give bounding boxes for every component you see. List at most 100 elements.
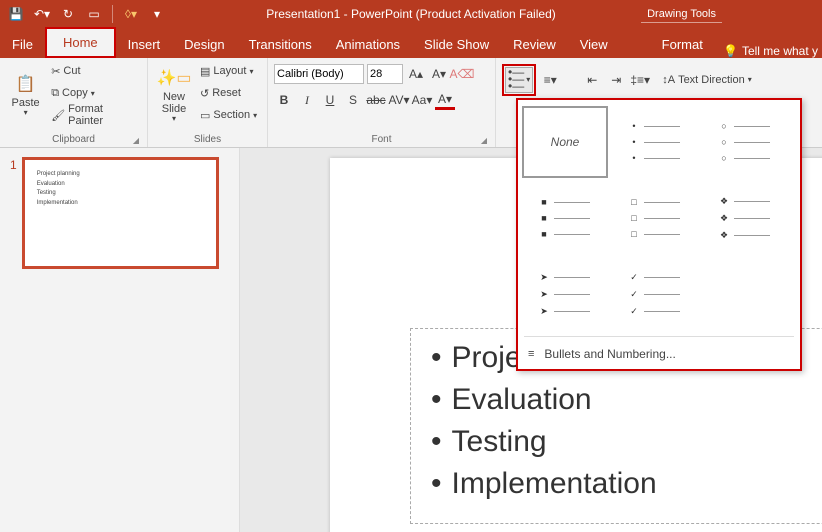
- thumb-line: Implementation: [37, 199, 204, 209]
- bullets-gallery-grid: None • • • ○ ○ ○ ■ ■ ■ □ □ □ ❖ ❖ ❖ ➤ ➤: [518, 100, 800, 334]
- quick-access-toolbar: 💾 ↶▾ ↻ ▭ ◊▾ ▾: [0, 5, 173, 23]
- tab-view[interactable]: View: [568, 31, 620, 58]
- copy-label: Copy: [62, 87, 88, 99]
- tab-format[interactable]: Format: [650, 31, 715, 58]
- thumb-line: Evaluation: [37, 180, 204, 190]
- bullet-text: Evaluation: [452, 383, 592, 417]
- tab-home[interactable]: Home: [49, 31, 112, 54]
- bullet-option-filled-square[interactable]: ■ ■ ■: [522, 182, 608, 254]
- bullet-line[interactable]: • Evaluation: [411, 379, 822, 421]
- scissors-icon: ✂: [51, 65, 60, 78]
- reset-button[interactable]: ↺ Reset: [198, 82, 259, 104]
- tab-file[interactable]: File: [0, 31, 45, 58]
- section-button[interactable]: ▭ Section▾: [198, 104, 259, 126]
- layout-label: Layout: [213, 65, 246, 77]
- shape-fill-icon[interactable]: ◊▾: [123, 6, 139, 22]
- layout-icon: ▤: [200, 65, 210, 78]
- redo-icon[interactable]: ↻: [60, 6, 76, 22]
- copy-icon: ⧉: [51, 87, 59, 100]
- new-slide-button[interactable]: ✨▭ New Slide ▾: [154, 60, 194, 130]
- thumb-line: Testing: [37, 189, 204, 199]
- tab-transitions[interactable]: Transitions: [237, 31, 324, 58]
- qat-more-icon[interactable]: ▾: [149, 6, 165, 22]
- tab-insert[interactable]: Insert: [116, 31, 173, 58]
- clear-formatting-icon[interactable]: A⌫: [452, 64, 472, 84]
- slide-number: 1: [10, 158, 17, 268]
- undo-icon[interactable]: ↶▾: [34, 6, 50, 22]
- line-spacing-button[interactable]: ‡≡▾: [630, 70, 650, 90]
- char-spacing-button[interactable]: AV▾: [389, 90, 409, 110]
- lightbulb-icon: 💡: [723, 44, 738, 58]
- bullet-option-hollow-square[interactable]: □ □ □: [612, 182, 698, 254]
- italic-button[interactable]: I: [297, 90, 317, 110]
- font-size-select[interactable]: [367, 64, 403, 84]
- numbering-button[interactable]: ≡▾: [540, 70, 560, 90]
- save-icon[interactable]: 💾: [8, 6, 24, 22]
- group-clipboard: 📋 Paste ▾ ✂ Cut ⧉ Copy ▾ 🖌 Format Painte…: [0, 58, 148, 147]
- change-case-button[interactable]: Aa▾: [412, 90, 432, 110]
- reset-label: Reset: [212, 87, 241, 99]
- bullet-option-star[interactable]: ❖ ❖ ❖: [702, 182, 788, 254]
- group-slides: ✨▭ New Slide ▾ ▤ Layout▾ ↺ Reset ▭ Secti…: [148, 58, 268, 147]
- tell-me-label: Tell me what y: [742, 44, 818, 58]
- contextual-tab-label: Drawing Tools: [641, 6, 722, 23]
- group-label-font: Font ◢: [274, 134, 489, 147]
- decrease-indent-button[interactable]: ⇤: [582, 70, 602, 90]
- cut-button[interactable]: ✂ Cut: [49, 60, 141, 82]
- underline-button[interactable]: U: [320, 90, 340, 110]
- title-bar: 💾 ↶▾ ↻ ▭ ◊▾ ▾ Presentation1 - PowerPoint…: [0, 0, 822, 28]
- cut-label: Cut: [63, 65, 80, 77]
- bullet-icon: •: [431, 383, 442, 417]
- bullet-option-none[interactable]: None: [522, 106, 608, 178]
- bullet-line[interactable]: •Implementation: [411, 463, 822, 505]
- bullets-and-numbering-menu-item[interactable]: ≡ Bullets and Numbering...: [518, 339, 800, 369]
- tab-animations[interactable]: Animations: [324, 31, 412, 58]
- increase-font-icon[interactable]: A▴: [406, 64, 426, 84]
- section-icon: ▭: [200, 109, 210, 122]
- none-label: None: [551, 135, 580, 149]
- layout-button[interactable]: ▤ Layout▾: [198, 60, 259, 82]
- bold-button[interactable]: B: [274, 90, 294, 110]
- new-slide-icon: ✨▭: [162, 67, 186, 91]
- font-color-button[interactable]: A▾: [435, 90, 455, 110]
- tab-design[interactable]: Design: [172, 31, 236, 58]
- bullet-option-filled-round[interactable]: • • •: [612, 106, 698, 178]
- bullets-icon: •—•—•—: [508, 69, 524, 91]
- paste-button[interactable]: 📋 Paste ▾: [6, 60, 45, 130]
- start-from-beginning-icon[interactable]: ▭: [86, 6, 102, 22]
- bullet-line[interactable]: •Testing: [411, 421, 822, 463]
- highlight-home-tab: Home: [45, 27, 116, 58]
- group-label-clipboard: Clipboard ◢: [6, 134, 141, 147]
- section-label: Section: [213, 109, 250, 121]
- bullet-option-checkmark[interactable]: ✓ ✓ ✓: [612, 258, 698, 330]
- bullet-icon: •: [431, 341, 442, 375]
- increase-indent-button[interactable]: ⇥: [606, 70, 626, 90]
- slide-thumbnail-item[interactable]: 1 Project planning Evaluation Testing Im…: [10, 158, 229, 268]
- group-label-slides: Slides: [154, 134, 261, 147]
- bullet-option-hollow-round[interactable]: ○ ○ ○: [702, 106, 788, 178]
- tab-review[interactable]: Review: [501, 31, 568, 58]
- gallery-separator: [524, 336, 794, 337]
- bullet-text: Proje: [452, 341, 522, 375]
- bullets-numbering-label: Bullets and Numbering...: [544, 347, 675, 361]
- tell-me-search[interactable]: 💡 Tell me what y: [723, 44, 818, 58]
- paste-label: Paste: [12, 97, 40, 109]
- dialog-launcher-icon[interactable]: ◢: [481, 136, 487, 145]
- bullets-button[interactable]: •—•—•— ▾: [505, 67, 533, 93]
- bullet-option-arrow[interactable]: ➤ ➤ ➤: [522, 258, 608, 330]
- chevron-down-icon: ▾: [172, 115, 176, 124]
- decrease-font-icon[interactable]: A▾: [429, 64, 449, 84]
- tab-slideshow[interactable]: Slide Show: [412, 31, 501, 58]
- strikethrough-button[interactable]: abc: [366, 90, 386, 110]
- format-painter-button[interactable]: 🖌 Format Painter: [49, 104, 141, 126]
- copy-button[interactable]: ⧉ Copy ▾: [49, 82, 141, 104]
- paste-icon: 📋: [14, 73, 38, 97]
- list-icon: ≡: [528, 348, 534, 360]
- shadow-button[interactable]: S: [343, 90, 363, 110]
- slide-thumbnail-panel: 1 Project planning Evaluation Testing Im…: [0, 148, 240, 532]
- chevron-down-icon: ▾: [91, 89, 95, 98]
- font-family-select[interactable]: [274, 64, 364, 84]
- text-direction-button[interactable]: ↕A Text Direction▾: [660, 69, 754, 91]
- text-direction-icon: ↕A: [662, 74, 675, 86]
- dialog-launcher-icon[interactable]: ◢: [133, 136, 139, 145]
